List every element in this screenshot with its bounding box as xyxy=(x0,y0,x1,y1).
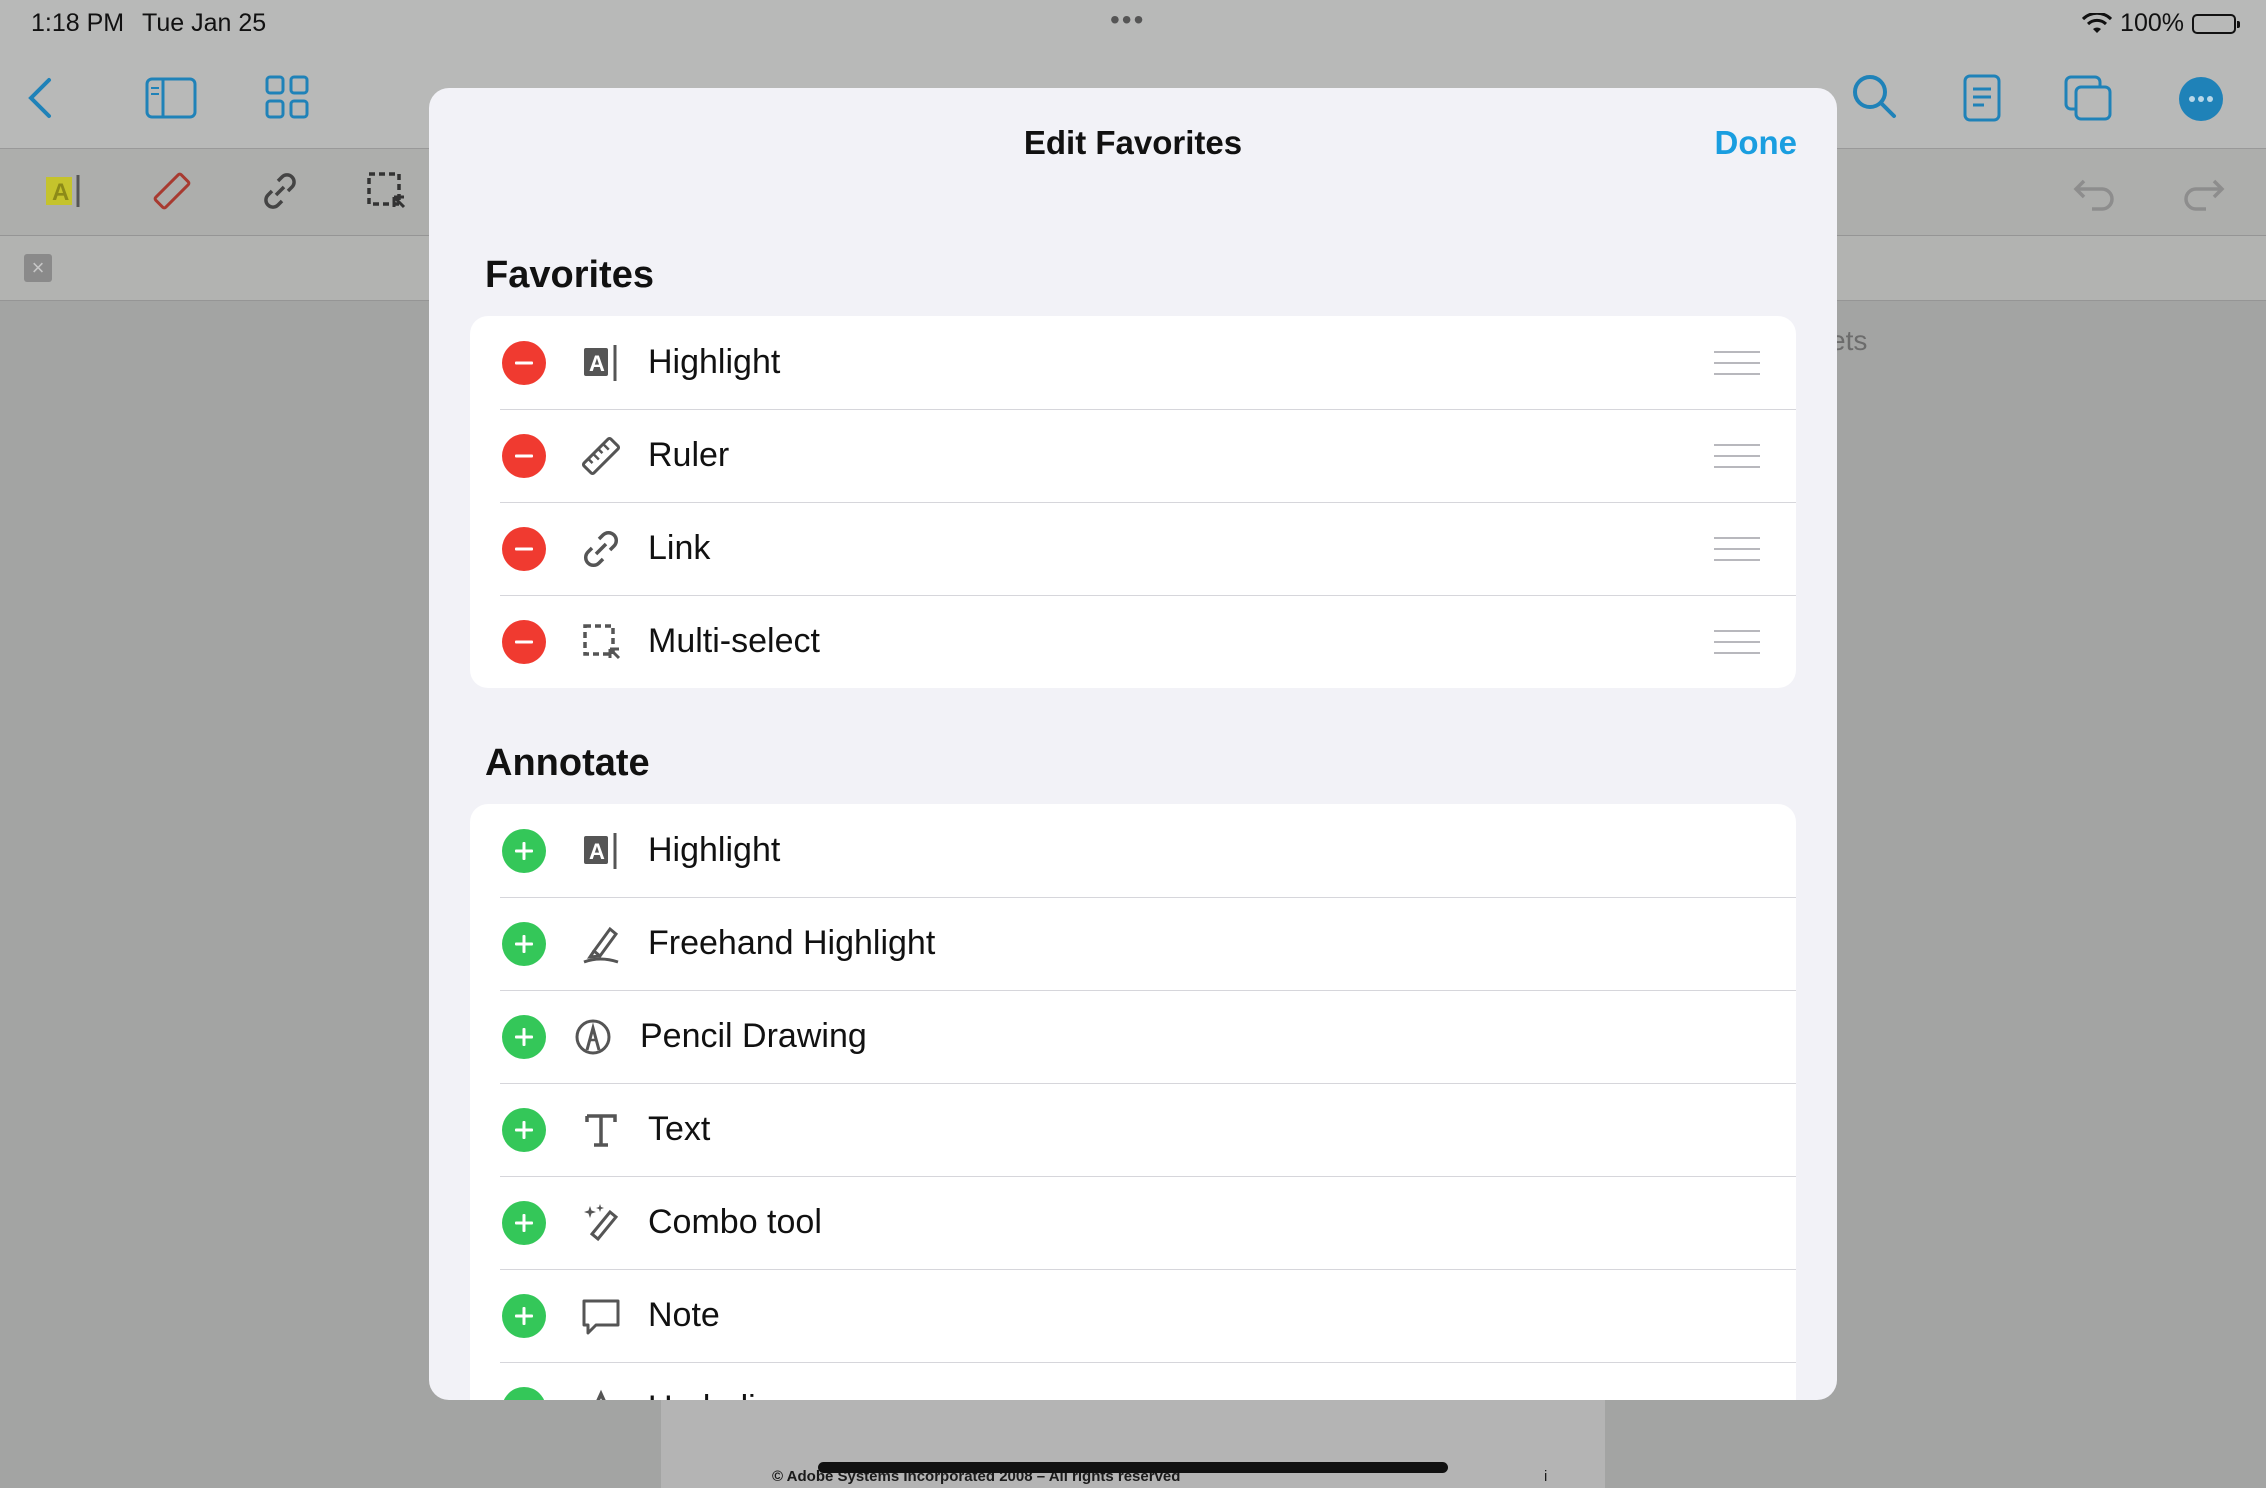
add-freehand-highlight-button[interactable] xyxy=(502,921,546,966)
annotate-list: A Highlight Freehand Highlight Pencil Dr… xyxy=(470,804,1796,1400)
add-combo-tool-button[interactable] xyxy=(502,1200,546,1245)
favorite-label: Multi-select xyxy=(648,622,820,660)
favorite-label: Ruler xyxy=(648,436,730,474)
favorite-label: Highlight xyxy=(648,343,781,381)
note-icon xyxy=(580,1295,622,1337)
edit-favorites-sheet: Edit Favorites Done Favorites A Highligh… xyxy=(429,88,1837,1400)
status-date: Tue Jan 25 xyxy=(142,9,267,37)
add-note-button[interactable] xyxy=(502,1293,546,1338)
freehand-highlight-icon xyxy=(580,923,622,965)
plus-icon xyxy=(522,1399,526,1400)
annotate-row-freehand-highlight[interactable]: Freehand Highlight xyxy=(470,897,1796,990)
highlight-icon: A xyxy=(580,830,622,872)
plus-icon xyxy=(515,1213,533,1232)
remove-multi-select-button[interactable] xyxy=(502,619,546,664)
status-right: 100% xyxy=(2082,9,2240,38)
annotate-row-highlight[interactable]: A Highlight xyxy=(470,804,1796,897)
minus-icon xyxy=(515,361,533,364)
annotate-row-note[interactable]: Note xyxy=(470,1269,1796,1362)
annotate-label: Combo tool xyxy=(648,1203,822,1241)
search-icon[interactable] xyxy=(1850,72,1898,120)
annotate-label: Text xyxy=(648,1110,711,1148)
minus-icon xyxy=(515,640,533,643)
favorites-list: A Highlight Ruler Link Multi-select xyxy=(470,316,1796,688)
underline-icon xyxy=(580,1388,622,1400)
multi-select-icon xyxy=(580,621,622,663)
ruler-icon xyxy=(580,435,622,477)
battery-percent: 100% xyxy=(2120,9,2184,37)
annotate-row-pencil-drawing[interactable]: Pencil Drawing xyxy=(470,990,1796,1083)
undo-icon[interactable] xyxy=(2072,171,2118,211)
favorites-header: Favorites xyxy=(485,254,654,296)
favorite-row-link[interactable]: Link xyxy=(470,502,1796,595)
multitasking-dots-icon[interactable]: ••• xyxy=(1110,4,1145,36)
annotate-label: Underline xyxy=(648,1389,794,1400)
annotate-label: Pencil Drawing xyxy=(640,1017,867,1055)
reorder-handle-icon[interactable] xyxy=(1714,443,1760,468)
favorite-label: Link xyxy=(648,529,711,567)
remove-ruler-button[interactable] xyxy=(502,433,546,478)
reorder-handle-icon[interactable] xyxy=(1714,536,1760,561)
favorite-row-highlight[interactable]: A Highlight xyxy=(470,316,1796,409)
pencil-drawing-icon xyxy=(572,1016,614,1058)
plus-icon xyxy=(515,934,533,953)
favorite-row-ruler[interactable]: Ruler xyxy=(470,409,1796,502)
toolbar-highlight-icon[interactable]: A xyxy=(44,171,84,211)
tabs-icon[interactable] xyxy=(2064,74,2114,122)
add-pencil-drawing-button[interactable] xyxy=(502,1014,546,1059)
plus-icon xyxy=(515,841,533,860)
toolbar-ruler-icon[interactable] xyxy=(150,169,194,213)
annotate-row-combo-tool[interactable]: Combo tool xyxy=(470,1176,1796,1269)
svg-text:A: A xyxy=(52,179,69,206)
toolbar-link-icon[interactable] xyxy=(258,169,302,213)
wifi-icon xyxy=(2082,12,2113,33)
annotate-label: Note xyxy=(648,1296,720,1334)
svg-text:A: A xyxy=(589,351,605,376)
link-icon xyxy=(580,528,622,570)
redo-icon[interactable] xyxy=(2180,171,2226,211)
svg-text:A: A xyxy=(589,839,605,864)
battery-icon xyxy=(2192,13,2240,34)
more-icon[interactable] xyxy=(2178,76,2224,122)
annotate-label: Highlight xyxy=(648,831,781,869)
add-underline-button[interactable] xyxy=(502,1386,546,1400)
back-chevron-icon[interactable] xyxy=(20,72,60,124)
plus-icon xyxy=(515,1306,533,1325)
favorite-row-multi-select[interactable]: Multi-select xyxy=(470,595,1796,688)
add-text-button[interactable] xyxy=(502,1107,546,1152)
reorder-handle-icon[interactable] xyxy=(1714,350,1760,375)
minus-icon xyxy=(515,547,533,550)
add-highlight-button[interactable] xyxy=(502,828,546,873)
document-icon[interactable] xyxy=(1960,72,2004,124)
plus-icon xyxy=(515,1120,533,1139)
status-bar: 1:18 PM Tue Jan 25 ••• 100% xyxy=(0,0,2266,50)
home-indicator[interactable] xyxy=(818,1462,1448,1473)
text-icon xyxy=(580,1109,622,1151)
remove-highlight-button[interactable] xyxy=(502,340,546,385)
annotate-label: Freehand Highlight xyxy=(648,924,936,962)
combo-tool-icon xyxy=(580,1202,622,1244)
highlight-icon: A xyxy=(580,342,622,384)
done-button[interactable]: Done xyxy=(1715,124,1798,162)
grid-icon[interactable] xyxy=(264,74,310,120)
sidebar-icon[interactable] xyxy=(144,74,198,122)
close-icon[interactable]: × xyxy=(24,254,52,282)
minus-icon xyxy=(515,454,533,457)
toolbar-multi-select-icon[interactable] xyxy=(364,169,408,213)
annotate-row-underline[interactable]: Underline xyxy=(470,1362,1796,1400)
sheet-title: Edit Favorites xyxy=(1023,124,1243,161)
status-time: 1:18 PM xyxy=(31,9,125,37)
annotate-row-text[interactable]: Text xyxy=(470,1083,1796,1176)
annotate-header: Annotate xyxy=(485,742,650,784)
reorder-handle-icon[interactable] xyxy=(1714,629,1760,654)
plus-icon xyxy=(515,1027,533,1046)
remove-link-button[interactable] xyxy=(502,526,546,571)
document-page-marker: i xyxy=(1544,1468,1548,1485)
